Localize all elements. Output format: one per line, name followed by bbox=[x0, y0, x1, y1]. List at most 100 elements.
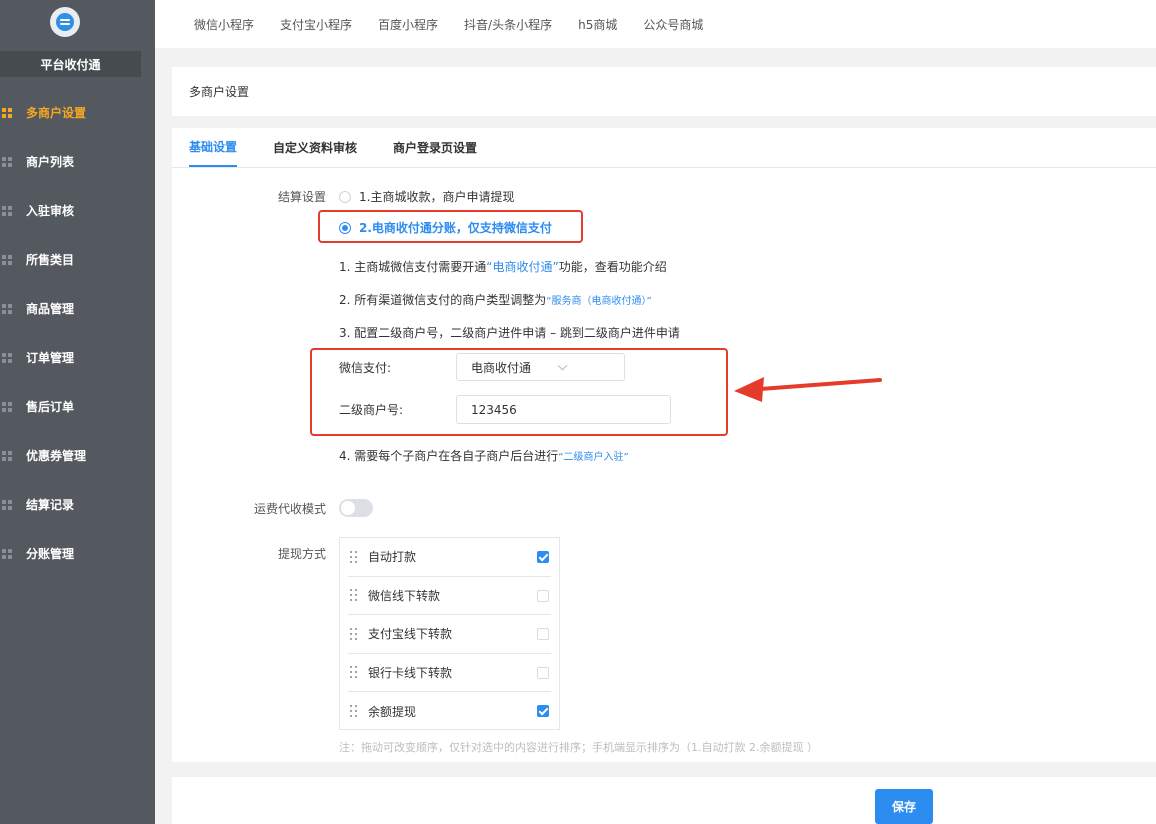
withdraw-method-checkbox[interactable] bbox=[537, 589, 549, 602]
chevron-down-icon bbox=[557, 360, 568, 371]
top-tab-douyin-mini[interactable]: 抖音/头条小程序 bbox=[464, 16, 552, 33]
step-1-prefix: 1. 主商城微信支付需要开通 bbox=[339, 260, 487, 274]
sidebar-item-label: 所售类目 bbox=[26, 253, 75, 267]
step-4-text: 4. 需要每个子商户在各自子商户后台进行“二级商户入驻” bbox=[339, 447, 629, 464]
radio-option-2[interactable] bbox=[339, 221, 351, 234]
wechat-pay-select[interactable]: 电商收付通 bbox=[456, 353, 625, 381]
top-tab-baidu-mini[interactable]: 百度小程序 bbox=[378, 16, 438, 33]
sub-merchant-label: 二级商户号: bbox=[339, 403, 404, 417]
annotation-arrow-icon bbox=[734, 377, 882, 402]
grid-icon bbox=[2, 205, 12, 216]
app-logo bbox=[50, 7, 80, 37]
sidebar-item-label: 多商户设置 bbox=[26, 106, 87, 120]
settlement-option-1-label: 1.主商城收款，商户申请提现 bbox=[359, 190, 515, 204]
tab-custom-review[interactable]: 自定义资料审核 bbox=[273, 127, 357, 167]
withdraw-method-label: 微信线下转款 bbox=[368, 588, 441, 603]
grid-icon bbox=[2, 450, 12, 461]
grid-icon bbox=[2, 156, 12, 167]
sidebar-item-merchant-settings[interactable]: 多商户设置 bbox=[0, 88, 155, 137]
top-tab-h5-mall[interactable]: h5商城 bbox=[578, 16, 617, 33]
withdraw-method-label: 余额提现 bbox=[368, 704, 417, 719]
withdraw-method-checkbox[interactable] bbox=[537, 628, 549, 640]
save-button[interactable]: 保存 bbox=[875, 789, 933, 824]
sidebar-item-label: 商户列表 bbox=[26, 155, 75, 169]
settings-tabs: 基础设置 自定义资料审核 商户登录页设置 bbox=[172, 128, 1156, 168]
sidebar-brand: 平台收付通 bbox=[0, 51, 141, 77]
withdraw-method-label: 支付宝线下转款 bbox=[368, 627, 453, 642]
sidebar-item-coupons[interactable]: 优惠券管理 bbox=[0, 431, 155, 480]
sidebar-item-label: 分账管理 bbox=[26, 547, 75, 561]
logo-icon bbox=[56, 13, 74, 31]
wechat-pay-label: 微信支付: bbox=[339, 361, 392, 375]
withdraw-note: 注：拖动可改变顺序，仅针对选中的内容进行排序；手机端显示排序为（1.自动打款 2… bbox=[339, 741, 818, 754]
step-1-suffix: 功能，查看功能介绍 bbox=[558, 260, 667, 274]
sidebar-item-label: 入驻审核 bbox=[26, 204, 75, 218]
sidebar-item-label: 优惠券管理 bbox=[26, 449, 87, 463]
grid-icon bbox=[2, 107, 12, 118]
drag-handle-icon[interactable] bbox=[350, 666, 358, 679]
settlement-option-2-label: 2.电商收付通分账，仅支持微信支付 bbox=[359, 221, 552, 235]
list-item[interactable]: 自动打款 bbox=[348, 538, 551, 577]
radio-option-1[interactable] bbox=[339, 190, 351, 203]
sidebar-item-label: 商品管理 bbox=[26, 302, 75, 316]
drag-handle-icon[interactable] bbox=[350, 589, 358, 602]
freight-toggle[interactable] bbox=[339, 499, 373, 517]
sidebar-item-profit-sharing[interactable]: 分账管理 bbox=[0, 529, 155, 578]
settlement-option-1[interactable]: 1.主商城收款，商户申请提现 bbox=[339, 188, 514, 205]
top-nav: 微信小程序 支付宝小程序 百度小程序 抖音/头条小程序 h5商城 公众号商城 bbox=[155, 0, 1156, 48]
list-item[interactable]: 余额提现 bbox=[348, 692, 551, 731]
settlement-label: 结算设置 bbox=[278, 190, 327, 204]
step-2-text: 2. 所有渠道微信支付的商户类型调整为“服务商（电商收付通）” bbox=[339, 291, 652, 308]
drag-handle-icon[interactable] bbox=[350, 627, 358, 640]
step-2-prefix: 2. 所有渠道微信支付的商户类型调整为 bbox=[339, 293, 547, 307]
list-item[interactable]: 支付宝线下转款 bbox=[348, 615, 551, 654]
sidebar-item-label: 结算记录 bbox=[26, 498, 75, 512]
sidebar-nav: 多商户设置 商户列表 入驻审核 所售类目 商品管理 订单管理 售后订单 优惠券管… bbox=[0, 88, 155, 578]
withdraw-method-checkbox[interactable] bbox=[537, 551, 549, 563]
sidebar: 平台收付通 多商户设置 商户列表 入驻审核 所售类目 商品管理 订单管理 售后订… bbox=[0, 0, 155, 824]
sidebar-item-orders[interactable]: 订单管理 bbox=[0, 333, 155, 382]
withdraw-label: 提现方式 bbox=[278, 547, 327, 561]
ecommerce-payment-link[interactable]: “电商收付通” bbox=[486, 260, 558, 274]
sidebar-item-after-sales[interactable]: 售后订单 bbox=[0, 382, 155, 431]
sidebar-item-onboarding-review[interactable]: 入驻审核 bbox=[0, 186, 155, 235]
page-title: 多商户设置 bbox=[189, 85, 250, 99]
tab-login-page-settings[interactable]: 商户登录页设置 bbox=[393, 127, 477, 167]
withdraw-method-label: 银行卡线下转款 bbox=[368, 665, 453, 680]
footer-bar bbox=[172, 777, 1156, 824]
top-tab-official-account-mall[interactable]: 公众号商城 bbox=[643, 16, 703, 33]
grid-icon bbox=[2, 352, 12, 363]
withdraw-method-label: 自动打款 bbox=[368, 550, 417, 565]
sidebar-item-products[interactable]: 商品管理 bbox=[0, 284, 155, 333]
service-provider-link[interactable]: “服务商（电商收付通）” bbox=[546, 296, 651, 307]
sidebar-item-label: 订单管理 bbox=[26, 351, 75, 365]
withdraw-method-checkbox[interactable] bbox=[537, 705, 549, 717]
drag-handle-icon[interactable] bbox=[350, 550, 358, 563]
grid-icon bbox=[2, 303, 12, 314]
step-1-text: 1. 主商城微信支付需要开通“电商收付通”功能，查看功能介绍 bbox=[339, 258, 667, 275]
sub-merchant-onboarding-link[interactable]: “二级商户入驻” bbox=[558, 452, 628, 463]
sub-merchant-value: 123456 bbox=[471, 402, 517, 417]
tab-basic-settings[interactable]: 基础设置 bbox=[189, 127, 238, 167]
wechat-pay-select-value: 电商收付通 bbox=[471, 360, 532, 375]
step-4-prefix: 4. 需要每个子商户在各自子商户后台进行 bbox=[339, 449, 559, 463]
grid-icon bbox=[2, 401, 12, 412]
grid-icon bbox=[2, 499, 12, 510]
sidebar-item-settlement-records[interactable]: 结算记录 bbox=[0, 480, 155, 529]
grid-icon bbox=[2, 254, 12, 265]
withdraw-method-list: 自动打款 微信线下转款 支付宝线下转款 银行卡线下转款 余额提现 bbox=[339, 537, 560, 730]
top-tab-alipay-mini[interactable]: 支付宝小程序 bbox=[280, 16, 352, 33]
settlement-option-2[interactable]: 2.电商收付通分账，仅支持微信支付 bbox=[339, 219, 552, 236]
sidebar-item-merchant-list[interactable]: 商户列表 bbox=[0, 137, 155, 186]
list-item[interactable]: 微信线下转款 bbox=[348, 577, 551, 615]
withdraw-method-checkbox[interactable] bbox=[537, 666, 549, 679]
step-3-text: 3. 配置二级商户号，二级商户进件申请 – 跳到二级商户进件申请 bbox=[339, 326, 680, 340]
freight-label: 运费代收模式 bbox=[254, 502, 327, 516]
sub-merchant-input[interactable]: 123456 bbox=[456, 395, 671, 424]
grid-icon bbox=[2, 548, 12, 559]
list-item[interactable]: 银行卡线下转款 bbox=[348, 654, 551, 692]
sidebar-item-label: 售后订单 bbox=[26, 400, 75, 414]
sidebar-item-categories[interactable]: 所售类目 bbox=[0, 235, 155, 284]
top-tab-wechat-mini[interactable]: 微信小程序 bbox=[194, 16, 254, 33]
drag-handle-icon[interactable] bbox=[350, 705, 358, 718]
